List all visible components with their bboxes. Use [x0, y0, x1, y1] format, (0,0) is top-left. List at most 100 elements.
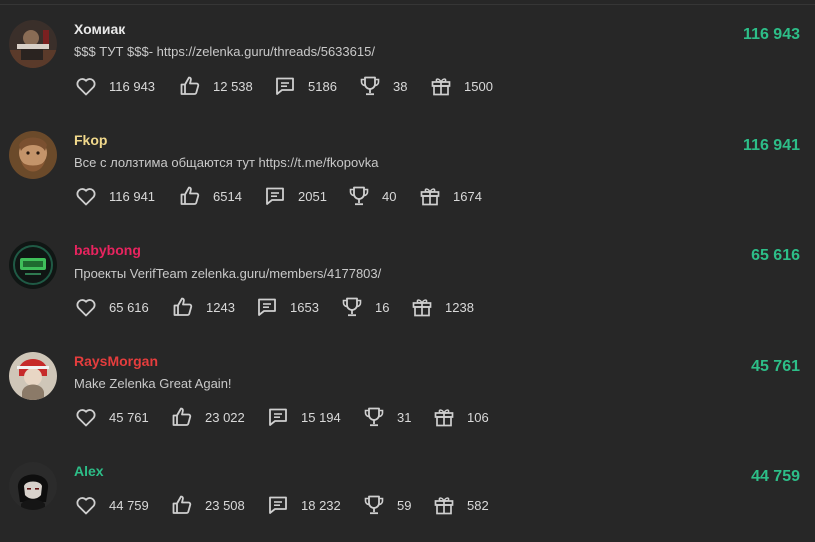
trophies-count: 59: [397, 497, 412, 513]
heart-icon: [74, 184, 98, 208]
avatar[interactable]: [9, 352, 57, 400]
gifts-stat: 1500: [429, 74, 493, 98]
user-status: Make Zelenka Great Again!: [74, 376, 232, 391]
comment-icon: [255, 295, 279, 319]
gifts-count: 1500: [464, 78, 493, 94]
trophy-icon: [340, 295, 364, 319]
gifts-stat: 1238: [410, 295, 474, 319]
thumbs-up-icon: [171, 295, 195, 319]
list-item: Fkop Все с лолзтима общаются тут https:/…: [0, 110, 815, 210]
messages-count: 18 232: [301, 497, 341, 513]
gifts-count: 106: [467, 409, 489, 425]
list-item: Хомиак $$$ ТУТ $$$- https://zelenka.guru…: [0, 0, 815, 100]
likes-count: 44 759: [109, 497, 149, 513]
username[interactable]: Хомиак: [74, 20, 125, 38]
thumbs-up-icon: [170, 405, 194, 429]
heart-icon: [74, 405, 98, 429]
trophy-icon: [362, 405, 386, 429]
user-status: $$$ ТУТ $$$- https://zelenka.guru/thread…: [74, 44, 375, 59]
gifts-stat: 582: [432, 493, 489, 517]
heart-icon: [74, 493, 98, 517]
list-item: babybong Проекты VerifTeam zelenka.guru/…: [0, 220, 815, 320]
trophies-stat: 16: [340, 295, 389, 319]
user-stats: 116 943 12 538 5186 38 1500: [74, 74, 794, 98]
thumbs-count: 1243: [206, 299, 235, 315]
username[interactable]: RaysMorgan: [74, 352, 158, 370]
avatar[interactable]: [9, 131, 57, 179]
messages-count: 15 194: [301, 409, 341, 425]
trophies-stat: 31: [362, 405, 411, 429]
list-item: Alex 44 759 44 759 23 508 18 232 59 582: [0, 440, 815, 540]
gift-icon: [432, 493, 456, 517]
trophies-stat: 59: [362, 493, 411, 517]
score: 116 943: [743, 26, 800, 43]
messages-stat: 5186: [273, 74, 337, 98]
user-stats: 65 616 1243 1653 16 1238: [74, 295, 794, 319]
list-item: RaysMorgan Make Zelenka Great Again! 45 …: [0, 330, 815, 430]
messages-stat: 2051: [263, 184, 327, 208]
score: 44 759: [751, 468, 800, 485]
avatar[interactable]: [9, 20, 57, 68]
likes-stat: 65 616: [74, 295, 149, 319]
user-stats: 45 761 23 022 15 194 31 106: [74, 405, 794, 429]
messages-count: 5186: [308, 78, 337, 94]
leaderboard-list: Хомиак $$$ ТУТ $$$- https://zelenka.guru…: [0, 0, 815, 542]
avatar[interactable]: [9, 241, 57, 289]
score: 65 616: [751, 247, 800, 264]
likes-count: 116 943: [109, 78, 156, 94]
user-status: Проекты VerifTeam zelenka.guru/members/4…: [74, 266, 382, 281]
gifts-count: 1674: [453, 188, 482, 204]
comment-icon: [266, 405, 290, 429]
trophies-count: 40: [382, 188, 397, 204]
trophies-count: 38: [393, 78, 408, 94]
user-status: Все с лолзтима общаются тут https://t.me…: [74, 155, 379, 170]
username[interactable]: Alex: [74, 462, 104, 480]
trophy-icon: [358, 74, 382, 98]
thumbs-stat: 23 022: [170, 405, 245, 429]
score: 116 941: [743, 137, 800, 154]
trophies-stat: 38: [358, 74, 407, 98]
gift-icon: [429, 74, 453, 98]
thumbs-stat: 6514: [178, 184, 242, 208]
comment-icon: [273, 74, 297, 98]
gift-icon: [432, 405, 456, 429]
gift-icon: [418, 184, 442, 208]
avatar[interactable]: [9, 462, 57, 510]
trophies-count: 16: [375, 299, 390, 315]
thumbs-count: 12 538: [213, 78, 253, 94]
messages-count: 2051: [298, 188, 327, 204]
thumbs-count: 23 022: [205, 409, 245, 425]
user-stats: 116 941 6514 2051 40 1674: [74, 184, 794, 208]
trophy-icon: [347, 184, 371, 208]
thumbs-count: 6514: [213, 188, 242, 204]
gifts-stat: 106: [432, 405, 489, 429]
username[interactable]: Fkop: [74, 131, 107, 149]
comment-icon: [263, 184, 287, 208]
thumbs-up-icon: [170, 493, 194, 517]
likes-stat: 116 943: [74, 74, 155, 98]
messages-stat: 18 232: [266, 493, 341, 517]
thumbs-up-icon: [178, 74, 202, 98]
heart-icon: [74, 74, 98, 98]
likes-stat: 45 761: [74, 405, 149, 429]
trophies-stat: 40: [347, 184, 396, 208]
gifts-count: 582: [467, 497, 489, 513]
thumbs-stat: 12 538: [178, 74, 253, 98]
messages-stat: 15 194: [266, 405, 341, 429]
likes-count: 45 761: [109, 409, 149, 425]
likes-count: 116 941: [109, 188, 156, 204]
likes-stat: 116 941: [74, 184, 155, 208]
messages-stat: 1653: [255, 295, 319, 319]
gifts-count: 1238: [445, 299, 474, 315]
heart-icon: [74, 295, 98, 319]
comment-icon: [266, 493, 290, 517]
likes-stat: 44 759: [74, 493, 149, 517]
trophy-icon: [362, 493, 386, 517]
gift-icon: [410, 295, 434, 319]
likes-count: 65 616: [109, 299, 149, 315]
username[interactable]: babybong: [74, 241, 141, 259]
thumbs-up-icon: [178, 184, 202, 208]
user-stats: 44 759 23 508 18 232 59 582: [74, 493, 794, 517]
thumbs-stat: 1243: [171, 295, 235, 319]
thumbs-count: 23 508: [205, 497, 245, 513]
